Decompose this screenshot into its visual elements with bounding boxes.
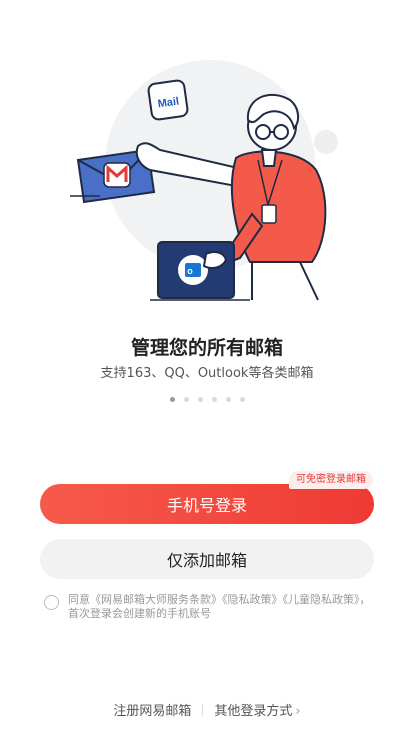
page-dot-4	[211, 397, 217, 402]
onboarding-title: 管理您的所有邮箱	[130, 337, 283, 359]
agreement-row: 同意《网易邮箱大师服务条款》《隐私政策》《儿童隐私政策》，首次登录会创建新的手机…	[44, 593, 380, 621]
page-dot-6	[239, 397, 245, 402]
page-indicator	[0, 397, 414, 402]
page-dot-5	[225, 397, 231, 402]
other-login-label: 其他登录方式	[214, 704, 293, 719]
mail-app-icon: Mail	[147, 79, 189, 121]
passwordless-login-badge: 可免密登录邮箱	[289, 471, 373, 489]
outlook-envelope-icon: o	[157, 241, 235, 299]
page-dot-2	[183, 397, 189, 402]
chevron-right-icon: ›	[295, 704, 301, 719]
other-login-link[interactable]: 其他登录方式 ›	[214, 700, 300, 719]
agreement-checkbox[interactable]	[44, 595, 59, 610]
footer-divider	[202, 703, 204, 716]
page-dot-1	[169, 397, 175, 402]
register-link[interactable]: 注册网易邮箱	[113, 700, 191, 719]
footer-links: 注册网易邮箱 其他登录方式 ›	[0, 700, 414, 719]
svg-text:o: o	[187, 266, 193, 276]
add-mailbox-button[interactable]: 仅添加邮箱	[40, 539, 374, 579]
agreement-text[interactable]: 同意《网易邮箱大师服务条款》《隐私政策》《儿童隐私政策》，首次登录会创建新的手机…	[68, 593, 380, 621]
onboarding-illustration: Mail o	[0, 0, 414, 320]
phone-login-button[interactable]: 手机号登录	[40, 484, 374, 524]
page-dot-3	[197, 397, 203, 402]
onboarding-subtitle: 支持163、QQ、Outlook等各类邮箱	[100, 366, 314, 381]
